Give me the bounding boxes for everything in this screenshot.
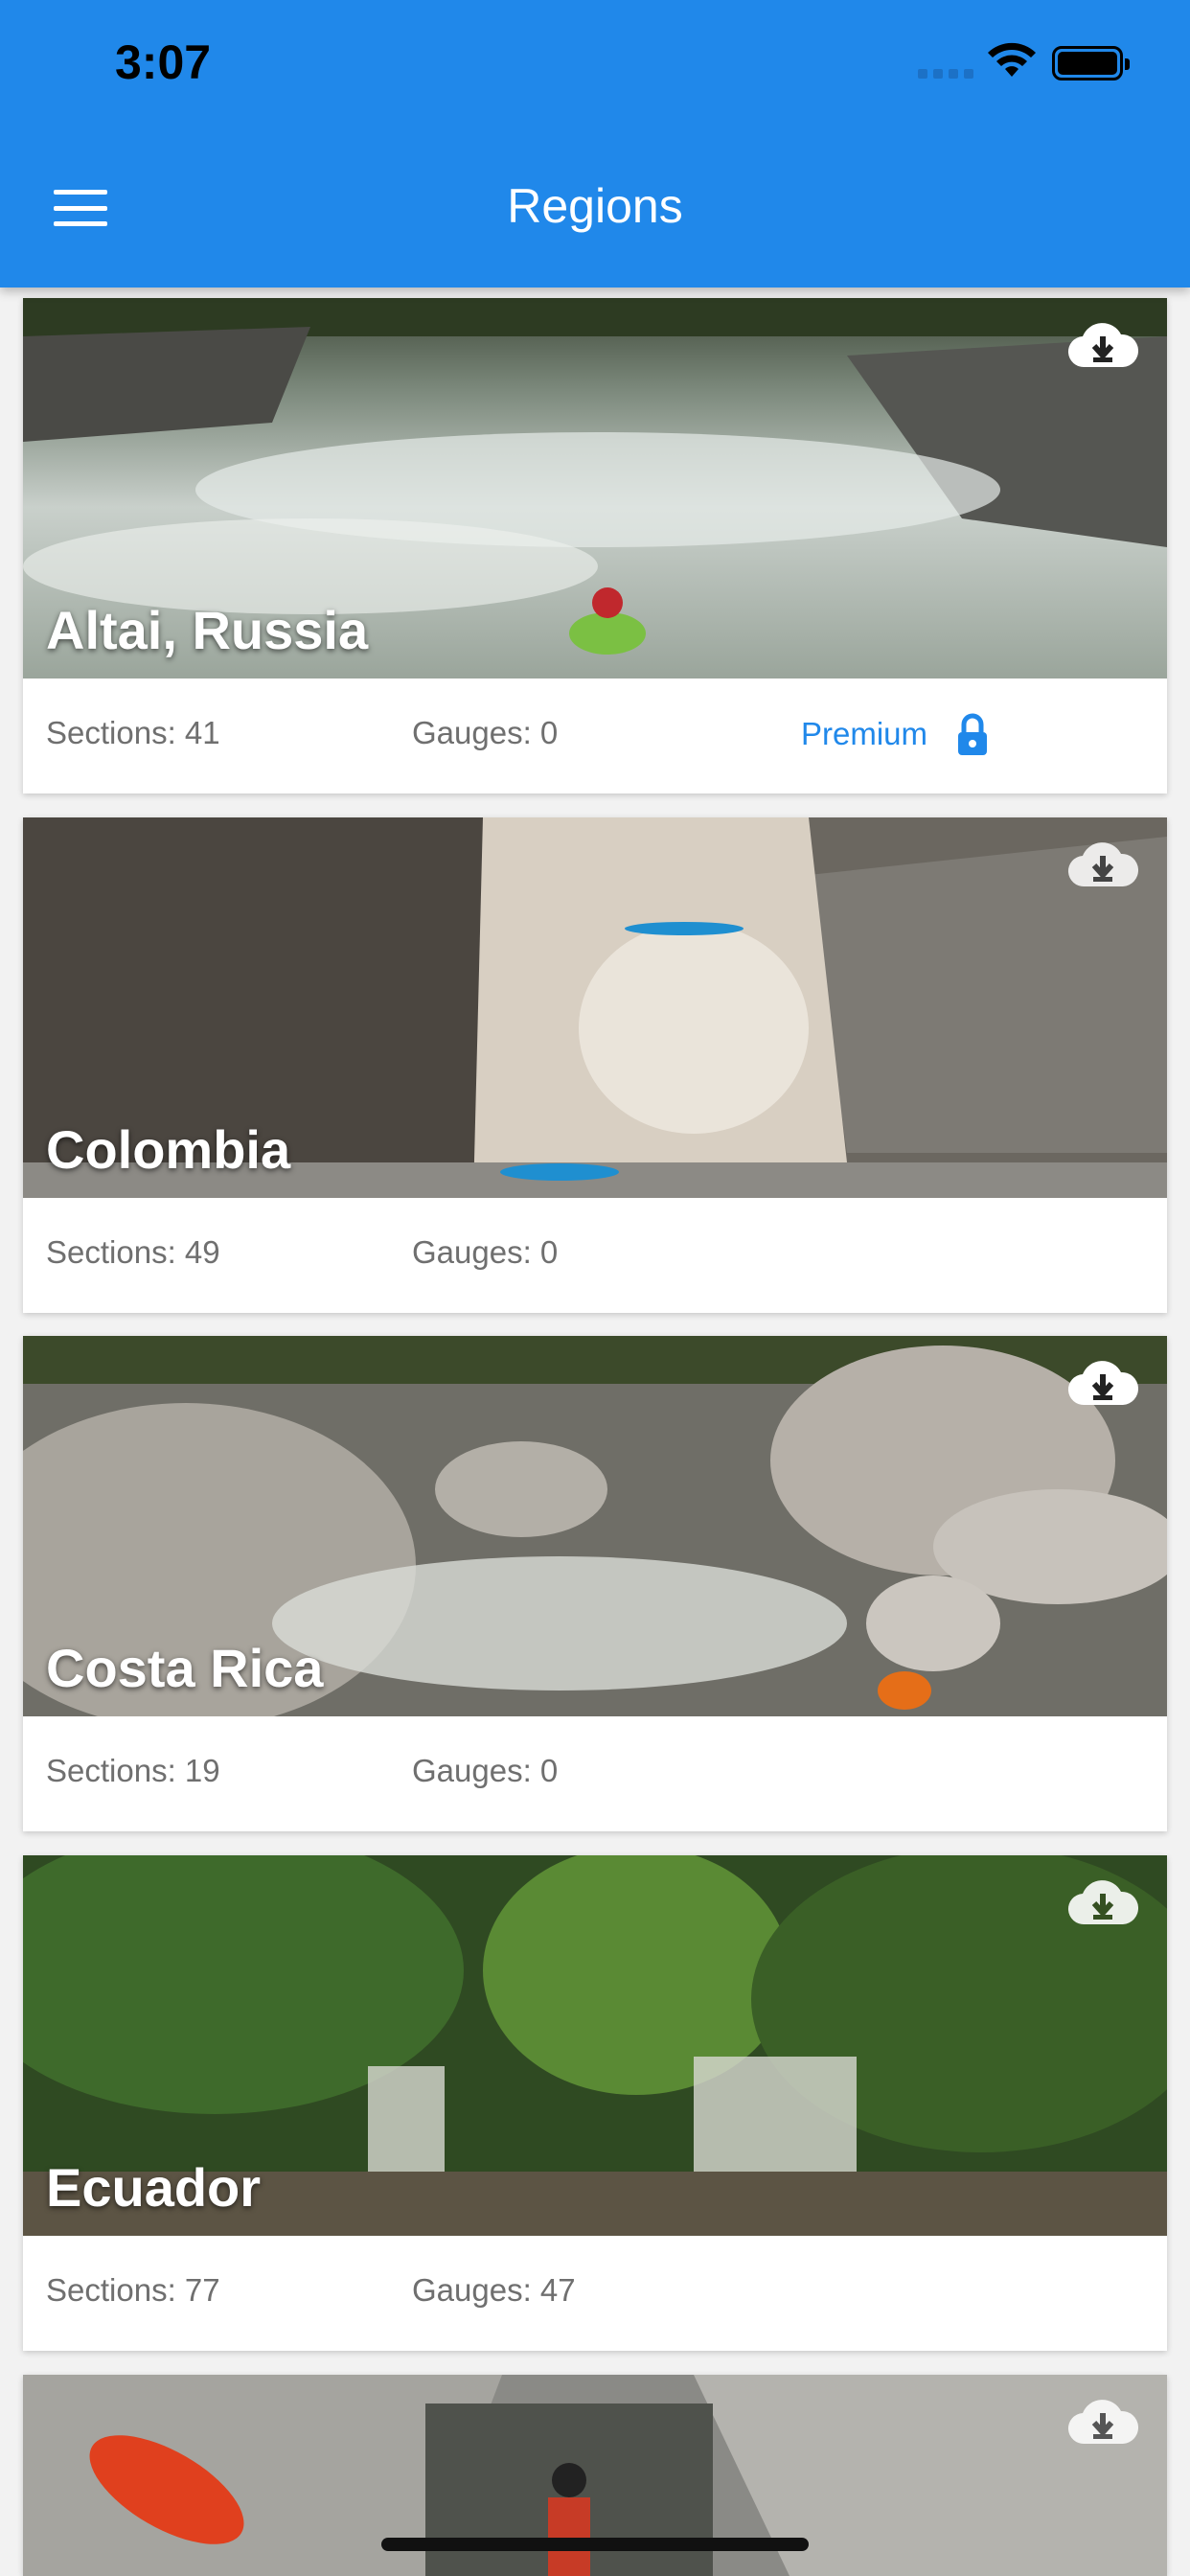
region-name: Ecuador (46, 2157, 262, 2218)
region-image: Ecuador (23, 1855, 1167, 2236)
region-card-costa-rica[interactable]: Costa Rica Sections: 19 Gauges: 0 (23, 1336, 1167, 1831)
gauges-count: Gauges: 0 (412, 1234, 559, 1270)
region-card-altai[interactable]: Altai, Russia Sections: 41 Gauges: 0 Pre… (23, 298, 1167, 794)
download-cloud-icon[interactable] (1067, 319, 1138, 371)
sections-count: Sections: 77 (46, 2272, 220, 2308)
home-indicator[interactable] (381, 2538, 809, 2551)
region-image: Colombia (23, 817, 1167, 1198)
region-card-ecuador[interactable]: Ecuador Sections: 77 Gauges: 47 (23, 1855, 1167, 2351)
app-header: 3:07 Regions (0, 0, 1190, 288)
region-name: Altai, Russia (46, 600, 369, 660)
region-image: Altai, Russia (23, 298, 1167, 678)
premium-badge[interactable]: Premium (801, 713, 989, 755)
download-cloud-icon[interactable] (1067, 2396, 1138, 2448)
sections-count: Sections: 41 (46, 715, 220, 750)
region-name: Costa Rica (46, 1638, 324, 1698)
gauges-count: Gauges: 0 (412, 715, 559, 750)
download-cloud-icon[interactable] (1067, 839, 1138, 890)
region-image: Costa Rica (23, 1336, 1167, 1716)
battery-icon (1052, 46, 1130, 80)
gauges-count: Gauges: 47 (412, 2272, 576, 2308)
cellular-signal-icon (918, 69, 973, 79)
region-name: Colombia (46, 1119, 291, 1180)
wifi-icon (988, 42, 1036, 77)
premium-label: Premium (801, 716, 928, 751)
sections-count: Sections: 19 (46, 1753, 220, 1788)
region-card-colombia[interactable]: Colombia Sections: 49 Gauges: 0 (23, 817, 1167, 1313)
page-title: Regions (507, 179, 683, 233)
lock-icon (958, 713, 988, 755)
sections-count: Sections: 49 (46, 1234, 220, 1270)
status-time: 3:07 (115, 35, 212, 89)
download-cloud-icon[interactable] (1067, 1357, 1138, 1409)
download-cloud-icon[interactable] (1067, 1876, 1138, 1928)
gauges-count: Gauges: 0 (412, 1753, 559, 1788)
